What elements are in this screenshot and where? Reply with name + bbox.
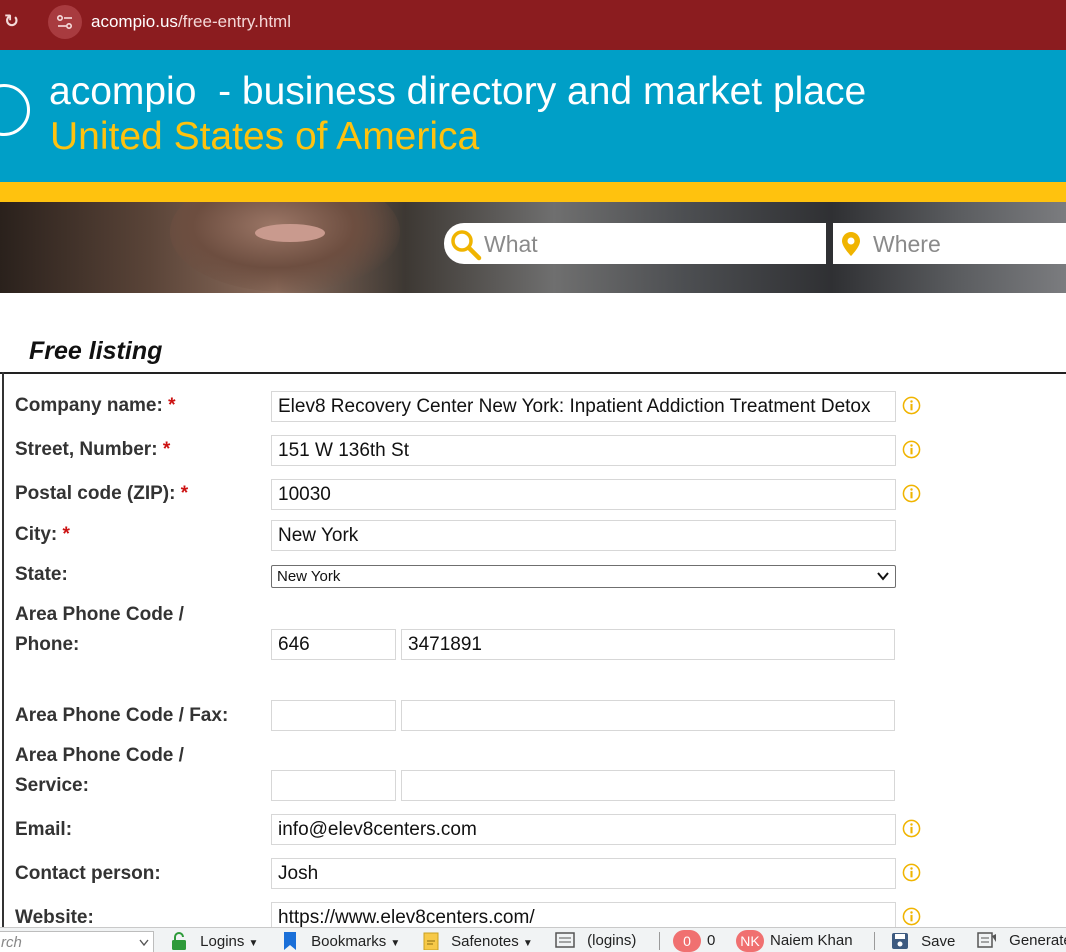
- form-divider: [0, 372, 1066, 374]
- chevron-down-icon: [139, 939, 149, 946]
- toolbar-separator: [659, 932, 660, 950]
- safenotes-menu[interactable]: Safenotes ▼: [423, 932, 533, 951]
- phone-number-input[interactable]: [401, 629, 895, 660]
- form-icon: [555, 932, 575, 948]
- generate-button[interactable]: Generate: [977, 932, 1066, 949]
- site-settings-icon: [57, 15, 72, 29]
- form-border: [2, 372, 4, 951]
- notification-badge[interactable]: 0: [673, 930, 701, 952]
- postal-code-label: Postal code (ZIP): *: [15, 479, 188, 509]
- required-marker: *: [180, 483, 189, 504]
- dropdown-arrow-icon: ▼: [248, 938, 259, 949]
- state-label: State:: [15, 564, 68, 585]
- info-icon[interactable]: [902, 440, 921, 459]
- street-input[interactable]: [271, 435, 896, 466]
- phone-label-line2: Phone:: [15, 634, 80, 655]
- state-select[interactable]: New York: [271, 565, 896, 588]
- site-title[interactable]: acompio - business directory and market …: [49, 70, 866, 114]
- contact-person-input[interactable]: [271, 858, 896, 889]
- toolbar-search-text: rch: [1, 934, 22, 951]
- logins-label: Logins: [200, 933, 245, 950]
- postal-code-label-text: Postal code (ZIP):: [15, 483, 176, 504]
- state-selected-value: New York: [277, 568, 341, 585]
- safenotes-label: Safenotes: [451, 933, 519, 950]
- phone-area-code-input[interactable]: [271, 629, 396, 660]
- extension-toolbar: rch Logins ▼ Bookmarks ▼ Safenotes ▼ (lo…: [0, 927, 1066, 952]
- search-what-input[interactable]: [482, 226, 816, 262]
- site-header: acompio - business directory and market …: [0, 50, 1066, 182]
- company-name-input[interactable]: [271, 391, 896, 422]
- form-title: Free listing: [29, 337, 163, 365]
- save-button[interactable]: Save: [891, 932, 955, 950]
- bookmarks-menu[interactable]: Bookmarks ▼: [283, 932, 400, 950]
- city-label-text: City:: [15, 524, 58, 545]
- search-where-box: [833, 223, 1066, 264]
- phone-label-line1: Area Phone Code /: [15, 604, 184, 625]
- country-name: United States of America: [50, 115, 480, 158]
- required-marker: *: [168, 395, 176, 416]
- city-input[interactable]: [271, 520, 896, 551]
- info-icon[interactable]: [902, 863, 921, 882]
- lock-icon: [172, 932, 186, 950]
- address-url[interactable]: acompio.us/free-entry.html: [91, 12, 291, 32]
- generate-icon: [977, 932, 996, 948]
- info-icon[interactable]: [902, 484, 921, 503]
- logo[interactable]: [0, 84, 30, 136]
- city-label: City: *: [15, 520, 70, 550]
- service-number-input[interactable]: [401, 770, 895, 801]
- hero-detail: [255, 224, 325, 242]
- url-path: /free-entry.html: [177, 12, 291, 31]
- toolbar-separator: [874, 932, 875, 950]
- info-icon[interactable]: [902, 907, 921, 926]
- service-area-code-input[interactable]: [271, 770, 396, 801]
- street-label: Street, Number: *: [15, 435, 170, 465]
- postal-code-input[interactable]: [271, 479, 896, 510]
- dropdown-arrow-icon: ▼: [522, 938, 533, 949]
- required-marker: *: [162, 439, 171, 460]
- service-label-line2: Service:: [15, 775, 89, 796]
- reload-icon[interactable]: ↻: [4, 11, 19, 32]
- toolbar-search-input[interactable]: rch: [0, 931, 154, 952]
- hero-face: [170, 202, 400, 292]
- user-name[interactable]: Naiem Khan: [770, 932, 853, 949]
- service-label-line1: Area Phone Code /: [15, 745, 184, 766]
- fax-label: Area Phone Code / Fax:: [15, 705, 229, 726]
- chevron-down-icon: [877, 572, 889, 581]
- logins-menu[interactable]: Logins ▼: [170, 932, 258, 950]
- user-avatar[interactable]: NK: [736, 930, 764, 952]
- search-icon: [451, 230, 482, 261]
- save-icon: [892, 933, 908, 949]
- email-input[interactable]: [271, 814, 896, 845]
- fax-area-code-input[interactable]: [271, 700, 396, 731]
- contact-person-label: Contact person:: [15, 863, 161, 884]
- bookmarks-label: Bookmarks: [311, 933, 387, 950]
- company-name-label: Company name: *: [15, 391, 176, 421]
- bookmark-icon: [284, 932, 296, 950]
- location-pin-icon: [842, 232, 860, 256]
- dropdown-arrow-icon: ▼: [390, 938, 401, 949]
- save-label: Save: [921, 933, 956, 950]
- info-icon[interactable]: [902, 396, 921, 415]
- fax-number-input[interactable]: [401, 700, 895, 731]
- url-host: acompio.us: [91, 12, 178, 31]
- header-stripe: [0, 182, 1066, 202]
- form-fill-label: (logins): [587, 932, 637, 949]
- company-name-label-text: Company name:: [15, 395, 163, 416]
- search-what-box: [444, 223, 826, 264]
- browser-address-bar: ↻ acompio.us/free-entry.html: [0, 0, 1066, 50]
- street-label-text: Street, Number:: [15, 439, 158, 460]
- form-fill-menu[interactable]: (logins): [555, 932, 636, 949]
- email-label: Email:: [15, 819, 73, 840]
- notification-count: 0: [707, 932, 716, 949]
- note-icon: [423, 932, 439, 951]
- info-icon[interactable]: [902, 819, 921, 838]
- site-info-button[interactable]: [48, 5, 82, 39]
- required-marker: *: [62, 524, 70, 545]
- search-where-input[interactable]: [871, 226, 1065, 262]
- generate-label: Generate: [1009, 932, 1066, 949]
